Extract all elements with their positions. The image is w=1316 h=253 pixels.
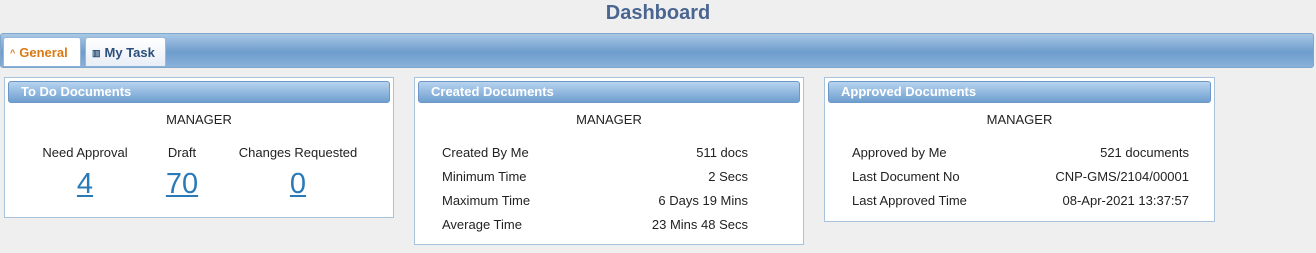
draft-count-link[interactable]: 70 [152, 168, 212, 201]
approved-row-value: 521 documents [1100, 145, 1189, 160]
tab-general[interactable]: ^ General [3, 37, 81, 66]
approved-row-label: Approved by Me [852, 145, 947, 160]
approved-documents-panel: Approved Documents MANAGER Approved by M… [824, 77, 1215, 222]
todo-panel-header: To Do Documents [8, 81, 390, 103]
approved-row-value: CNP-GMS/2104/00001 [1055, 169, 1189, 184]
need-approval-count-link[interactable]: 4 [60, 168, 110, 201]
created-row-value: 23 Mins 48 Secs [651, 217, 748, 232]
created-row-value: 2 Secs [708, 169, 748, 184]
created-row-label: Average Time [442, 217, 522, 232]
draft-label: Draft [167, 145, 197, 160]
approved-row-label: Last Approved Time [852, 193, 967, 208]
approved-role: MANAGER [986, 112, 1053, 127]
need-approval-label: Need Approval [42, 145, 128, 160]
tab-my-task[interactable]: ▥ My Task [85, 37, 166, 66]
created-row-label: Created By Me [442, 145, 529, 160]
page-title: Dashboard [605, 2, 711, 24]
tab-my-task-label: My Task [104, 45, 155, 60]
approved-row-value: 08-Apr-2021 13:37:57 [1062, 193, 1189, 208]
changes-requested-count-link[interactable]: 0 [273, 168, 323, 201]
todo-role: MANAGER [166, 112, 232, 127]
todo-documents-panel: To Do Documents MANAGER Need Approval Dr… [4, 77, 394, 218]
approved-row-label: Last Document No [852, 169, 960, 184]
created-panel-header: Created Documents [418, 81, 800, 103]
tab-bar: ^ General ▥ My Task [0, 33, 1314, 68]
tab-general-label: General [19, 45, 68, 60]
grid-icon: ▥ [92, 48, 101, 58]
created-row-value: 6 Days 19 Mins [658, 193, 748, 208]
changes-requested-label: Changes Requested [238, 145, 358, 160]
created-documents-panel: Created Documents MANAGER Created By Me … [414, 77, 804, 245]
chevron-up-icon: ^ [10, 48, 16, 58]
created-row-value: 511 docs [696, 145, 748, 160]
created-role: MANAGER [576, 112, 642, 127]
approved-panel-header: Approved Documents [828, 81, 1211, 103]
created-row-label: Maximum Time [442, 193, 531, 208]
created-row-label: Minimum Time [442, 169, 527, 184]
